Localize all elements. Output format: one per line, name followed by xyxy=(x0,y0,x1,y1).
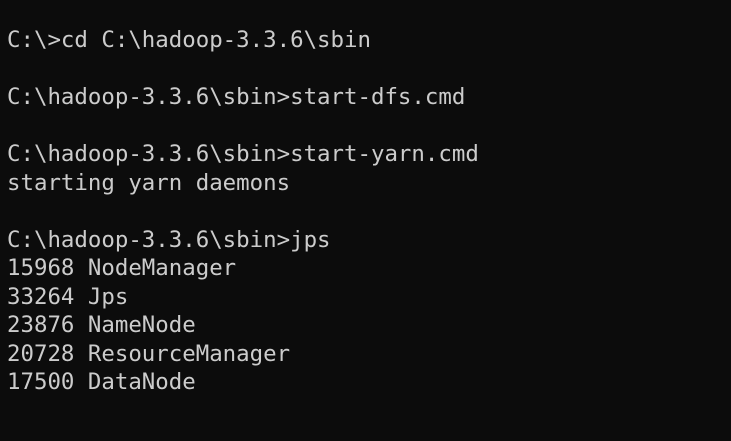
terminal-line-start-dfs-command: C:\hadoop-3.3.6\sbin>start-dfs.cmd xyxy=(7,84,466,110)
terminal-line-process: 33264 Jps xyxy=(7,283,129,310)
terminal-line-start-yarn-command: C:\hadoop-3.3.6\sbin>start-yarn.cmd xyxy=(7,141,479,167)
terminal-line-process: 15968 NodeManager xyxy=(7,255,237,281)
terminal-line-process: 17500 DataNode xyxy=(7,369,196,395)
terminal-line-process: 20728 ResourceManager xyxy=(7,340,291,367)
terminal-line-jps-command: C:\hadoop-3.3.6\sbin>jps xyxy=(7,226,331,253)
terminal-line-cd-command: C:\>cd C:\hadoop-3.3.6\sbin xyxy=(7,27,371,53)
terminal-line-process: 23876 NameNode xyxy=(7,312,196,338)
terminal-line-output: starting yarn daemons xyxy=(7,169,291,196)
terminal-window[interactable]: C:\>cd C:\hadoop-3.3.6\sbin C:\hadoop-3.… xyxy=(0,0,731,441)
